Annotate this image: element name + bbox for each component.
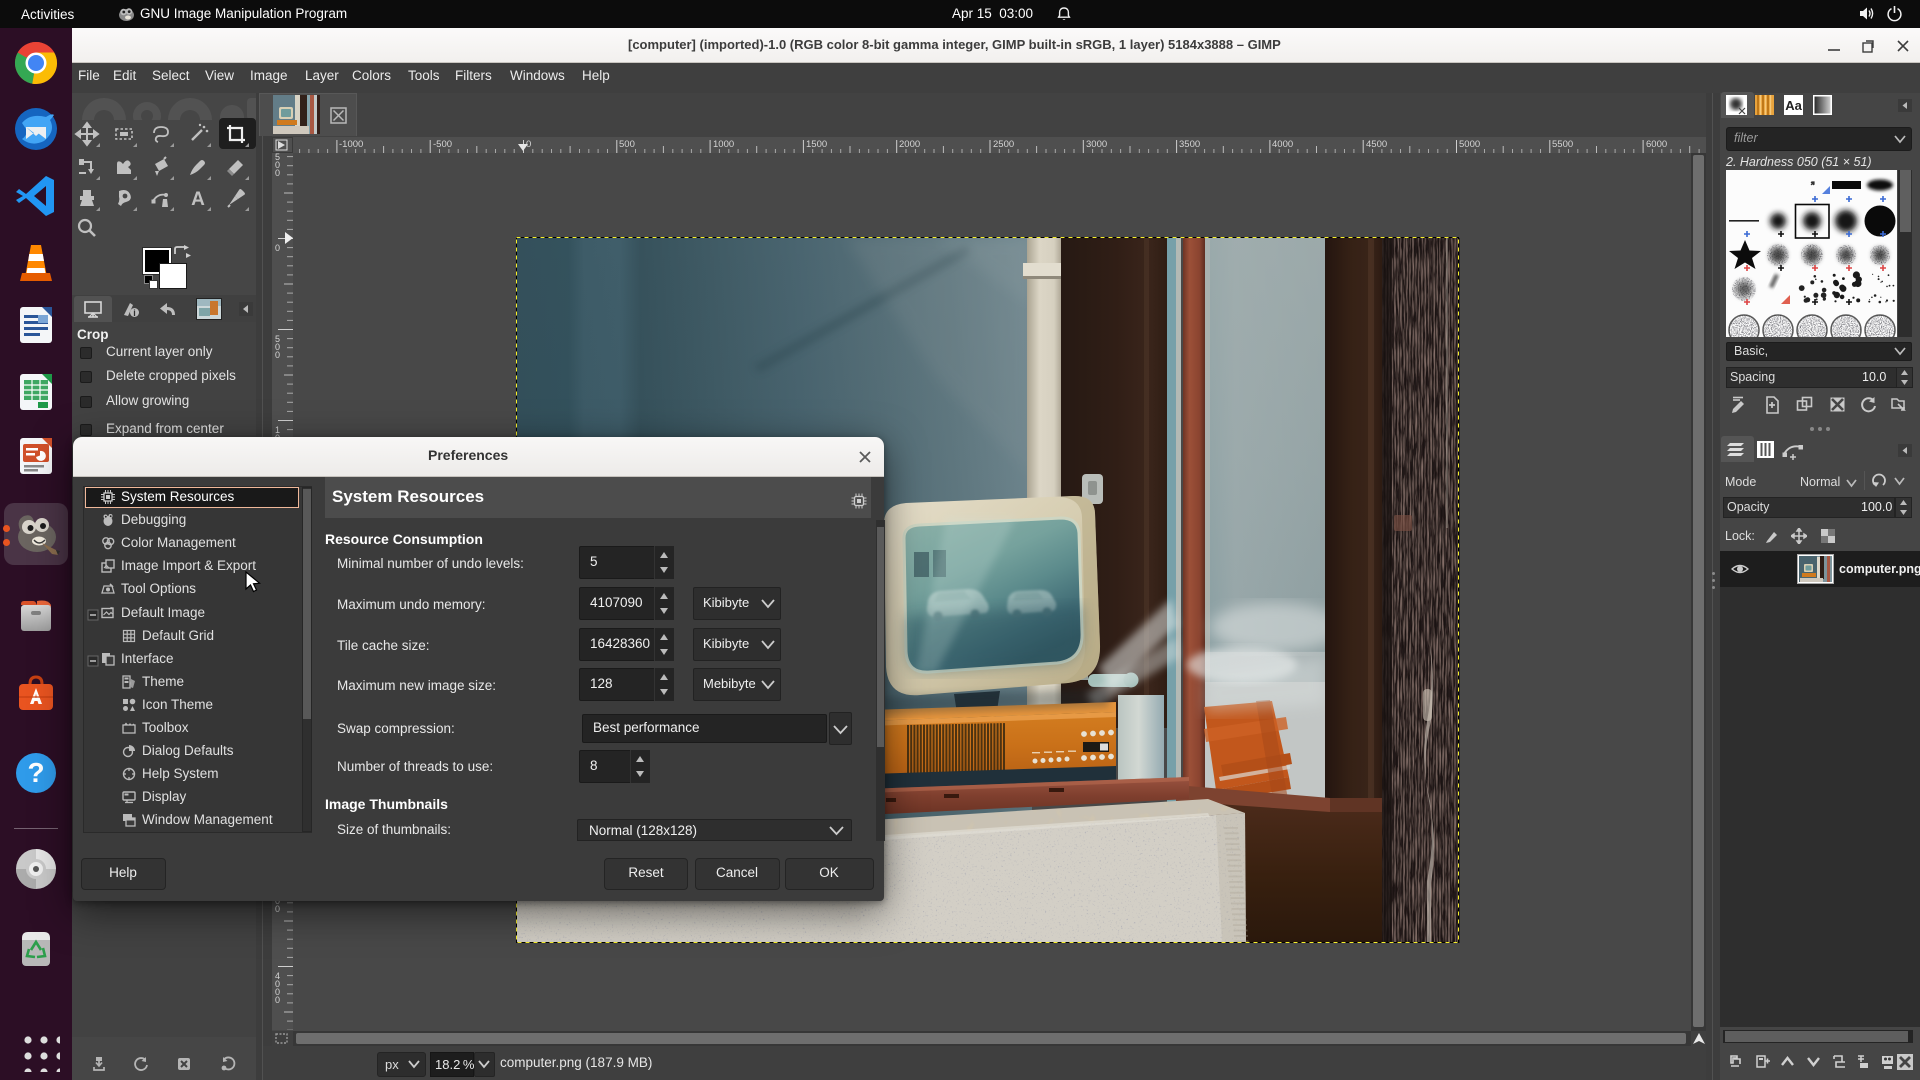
svg-text:1000: 1000 (713, 139, 734, 150)
svg-text:4000: 4000 (1272, 139, 1293, 150)
svg-text:i: i (133, 308, 136, 318)
svg-text:?: ? (27, 757, 44, 788)
svg-text:500: 500 (619, 139, 635, 150)
svg-text:A: A (191, 189, 205, 210)
svg-text:0: 0 (275, 904, 280, 914)
svg-text:3500: 3500 (1179, 139, 1200, 150)
svg-text:0: 0 (275, 350, 280, 360)
svg-text:4500: 4500 (1366, 139, 1387, 150)
svg-text:6000: 6000 (1646, 139, 1667, 150)
svg-text:1500: 1500 (806, 139, 827, 150)
svg-text:-500: -500 (433, 139, 452, 150)
svg-text:0: 0 (275, 995, 280, 1005)
svg-text:2000: 2000 (899, 139, 920, 150)
svg-text:0: 0 (275, 243, 280, 253)
svg-text:5500: 5500 (1552, 139, 1573, 150)
svg-text:5000: 5000 (1459, 139, 1480, 150)
svg-text:0: 0 (275, 168, 280, 178)
svg-text:2500: 2500 (993, 139, 1014, 150)
svg-text:3000: 3000 (1086, 139, 1107, 150)
svg-text:-1000: -1000 (339, 139, 363, 150)
svg-text:Aa: Aa (1785, 98, 1802, 113)
